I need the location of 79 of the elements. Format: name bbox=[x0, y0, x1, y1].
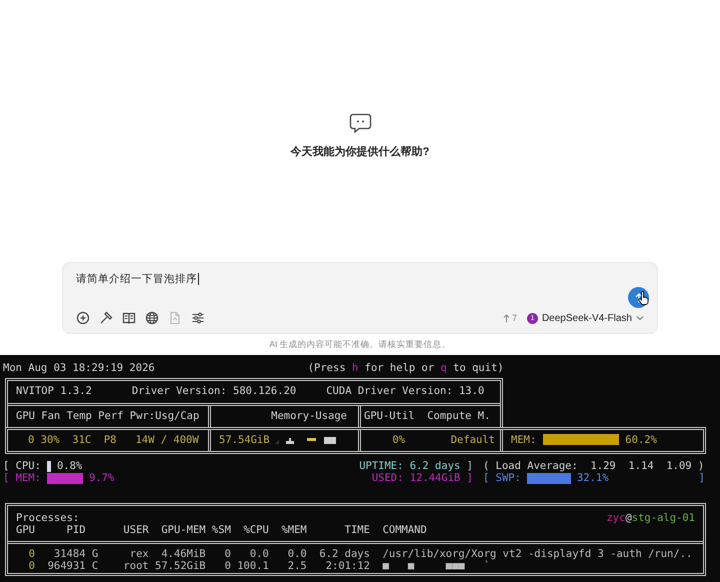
column-header: %SM bbox=[210, 524, 231, 536]
clock-text: Mon Aug 03 18:29:19 2026 bbox=[3, 362, 155, 374]
file-icon bbox=[168, 311, 182, 325]
table-cell-text: 0 bbox=[224, 560, 231, 572]
globe-icon bbox=[145, 311, 159, 325]
column-header: Memory-Usage bbox=[208, 406, 358, 427]
table-cell-text: 57.52GiB bbox=[154, 560, 206, 572]
table-cell-text: /usr/lib/xorg/Xorg vt2 -displayfd 3 -auth /run/.. bbox=[382, 548, 694, 560]
compute-mode: Default bbox=[450, 434, 496, 446]
swap-bar bbox=[526, 472, 571, 484]
cuda-version: CUDA Driver Version: 13.0 bbox=[325, 385, 484, 398]
table-cell-text: 0 bbox=[28, 560, 35, 572]
sliders-button[interactable] bbox=[191, 311, 205, 325]
table-cell-text: root bbox=[122, 560, 149, 572]
column-header: GPU-MEM bbox=[160, 524, 206, 536]
table-cell-text: 100.1 bbox=[236, 560, 269, 572]
add-button[interactable] bbox=[76, 311, 90, 325]
bracket-text: ] bbox=[698, 472, 705, 484]
message-input[interactable]: 请简单介绍一下冒泡排序 bbox=[76, 271, 197, 287]
book-button[interactable] bbox=[122, 311, 136, 325]
column-header: GPU-Util Compute M. bbox=[358, 406, 490, 427]
cpu-bar bbox=[46, 460, 51, 472]
table-cell-text: 2:01:12 bbox=[324, 560, 370, 572]
table-cell-text: 0.0 bbox=[248, 548, 269, 560]
column-header: USER bbox=[122, 524, 149, 536]
column-header: TIME bbox=[344, 524, 370, 536]
hammer-button[interactable] bbox=[99, 311, 113, 325]
host-memory-label: [ MEM: bbox=[3, 472, 41, 484]
table-cell-text: 0 bbox=[224, 548, 231, 560]
hand-cursor-icon bbox=[638, 291, 649, 305]
processes-title: Processes: bbox=[16, 512, 80, 524]
table-cell-text: C bbox=[90, 560, 98, 572]
column-header: %MEM bbox=[280, 524, 307, 536]
load-average: ( Load Average: 1.29 1.14 1.09 ) bbox=[483, 460, 704, 472]
table-cell-text: 6.2 days bbox=[318, 548, 370, 560]
column-header: PID bbox=[66, 524, 86, 536]
column-header: COMMAND bbox=[382, 524, 428, 536]
hammer-icon bbox=[99, 311, 113, 325]
user-host: zyc@stg-alg-01 bbox=[606, 512, 695, 524]
host-memory-bar bbox=[46, 472, 83, 484]
cpu-label: [ CPU: bbox=[3, 460, 41, 472]
disclaimer-text: AI 生成的内容可能不准确。请核实重要信息。 bbox=[269, 339, 451, 351]
chevron-down-icon bbox=[636, 315, 644, 321]
gpu-util: 0% bbox=[391, 434, 405, 446]
greeting-title: 今天我能为你提供什么帮助? bbox=[290, 144, 430, 159]
table-cell-text: 2.5 bbox=[286, 560, 307, 572]
sliders-icon bbox=[191, 311, 205, 325]
memory-used: USED: 12.44GiB ] bbox=[372, 472, 473, 484]
table-cell-text: 31484 bbox=[52, 548, 86, 560]
table-cell-text: 0.0 bbox=[286, 548, 307, 560]
memory-label: MEM: bbox=[511, 434, 536, 446]
cpu-percent: 0.8% bbox=[56, 460, 82, 472]
table-cell-text: 964931 bbox=[46, 560, 86, 572]
table-cell-text: rex bbox=[128, 548, 149, 560]
swap-label: [ SWP: bbox=[483, 472, 521, 484]
column-header: %CPU bbox=[242, 524, 269, 536]
help-hint: (Press h for help or q to quit) bbox=[308, 362, 504, 374]
book-icon bbox=[122, 311, 136, 325]
chat-bubble-icon bbox=[348, 113, 372, 134]
token-count: 7 bbox=[512, 313, 517, 323]
memory-percent: 60.2% bbox=[625, 434, 657, 446]
swap-percent: 32.1% bbox=[576, 472, 609, 484]
globe-button[interactable] bbox=[145, 311, 159, 325]
memory-usage: 57.54GiB bbox=[219, 434, 270, 446]
table-cell-text: ■ ■ ■■■ ` bbox=[382, 560, 492, 572]
table-cell-text: 4.46MiB bbox=[160, 548, 206, 560]
table-cell-text: 0 bbox=[28, 548, 35, 560]
version-text: NVITOP 1.3.2 bbox=[15, 385, 92, 398]
gpu-summary: 0 30% 31C P8 14W / 400W bbox=[27, 432, 200, 448]
column-header: GPU Fan Temp Perf Pwr:Usg/Cap bbox=[15, 410, 200, 422]
column-header: GPU bbox=[16, 524, 35, 536]
add-icon bbox=[76, 311, 90, 325]
table-cell-text: G bbox=[90, 548, 98, 560]
arrow-up-icon bbox=[502, 314, 510, 322]
memory-glyphs-drawing bbox=[274, 434, 338, 445]
host-memory-percent: 9.7% bbox=[88, 472, 114, 484]
uptime-text: UPTIME: 6.2 days ] bbox=[359, 460, 473, 472]
arrow-up-icon bbox=[634, 292, 642, 302]
driver-version: Driver Version: 580.126.20 bbox=[130, 385, 296, 398]
